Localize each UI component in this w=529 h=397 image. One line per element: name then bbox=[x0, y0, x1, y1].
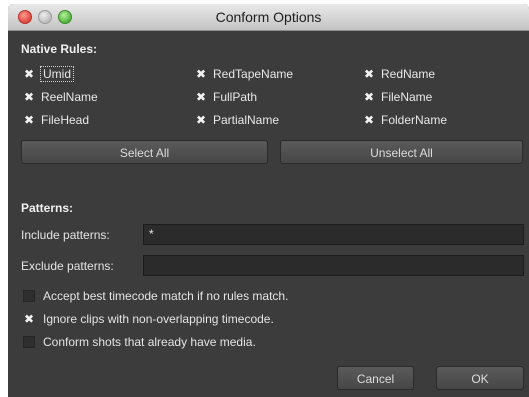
rule-filehead[interactable]: ✖ FileHead bbox=[23, 112, 89, 128]
ok-button[interactable]: OK bbox=[436, 366, 524, 390]
rule-label: FullPath bbox=[213, 90, 258, 104]
rule-fullpath[interactable]: ✖ FullPath bbox=[195, 89, 257, 105]
include-patterns-input[interactable]: * bbox=[143, 224, 524, 245]
rule-umid[interactable]: ✖ Umid bbox=[23, 66, 75, 82]
rule-filename[interactable]: ✖ FileName bbox=[363, 89, 432, 105]
checkbox-checked-icon[interactable]: ✖ bbox=[363, 90, 375, 104]
rule-reelname[interactable]: ✖ ReelName bbox=[23, 89, 98, 105]
exclude-patterns-label: Exclude patterns: bbox=[21, 259, 114, 273]
rule-redname[interactable]: ✖ RedName bbox=[363, 66, 435, 82]
option-label: Ignore clips with non-overlapping timeco… bbox=[43, 312, 274, 326]
rule-redtapename[interactable]: ✖ RedTapeName bbox=[195, 66, 293, 82]
checkbox-checked-icon[interactable]: ✖ bbox=[23, 67, 35, 81]
checkbox-unchecked[interactable] bbox=[23, 290, 35, 302]
checkbox-checked-icon[interactable]: ✖ bbox=[195, 113, 207, 127]
option-label: Accept best timecode match if no rules m… bbox=[43, 289, 289, 303]
rule-label: Umid bbox=[39, 66, 75, 82]
option-conform-shots-with-media[interactable]: Conform shots that already have media. bbox=[23, 334, 256, 350]
rule-foldername[interactable]: ✖ FolderName bbox=[363, 112, 447, 128]
unselect-all-button[interactable]: Unselect All bbox=[280, 140, 523, 164]
checkbox-checked-icon[interactable]: ✖ bbox=[363, 113, 375, 127]
cancel-button[interactable]: Cancel bbox=[337, 366, 414, 390]
rule-label: RedTapeName bbox=[213, 67, 294, 81]
rule-label: FileName bbox=[381, 90, 433, 104]
rule-label: RedName bbox=[381, 67, 436, 81]
rule-label: PartialName bbox=[213, 113, 280, 127]
checkbox-checked-icon[interactable]: ✖ bbox=[23, 90, 35, 104]
select-all-button[interactable]: Select All bbox=[21, 140, 268, 164]
native-rules-heading: Native Rules: bbox=[21, 42, 98, 56]
rule-label: ReelName bbox=[41, 90, 98, 104]
exclude-patterns-input[interactable] bbox=[143, 255, 524, 276]
patterns-heading: Patterns: bbox=[21, 201, 74, 215]
checkbox-checked-icon[interactable]: ✖ bbox=[195, 90, 207, 104]
checkbox-checked-icon[interactable]: ✖ bbox=[23, 312, 35, 326]
option-label: Conform shots that already have media. bbox=[43, 335, 256, 349]
checkbox-checked-icon[interactable]: ✖ bbox=[363, 67, 375, 81]
rule-partialname[interactable]: ✖ PartialName bbox=[195, 112, 279, 128]
include-patterns-label: Include patterns: bbox=[21, 228, 110, 242]
title-bar: Conform Options bbox=[8, 4, 529, 31]
conform-options-dialog: Conform Options Native Rules: ✖ Umid ✖ R… bbox=[8, 4, 529, 397]
rule-label: FolderName bbox=[381, 113, 448, 127]
option-ignore-non-overlapping[interactable]: ✖ Ignore clips with non-overlapping time… bbox=[23, 311, 274, 327]
checkbox-checked-icon[interactable]: ✖ bbox=[195, 67, 207, 81]
window-title: Conform Options bbox=[215, 9, 322, 25]
option-accept-best-timecode[interactable]: Accept best timecode match if no rules m… bbox=[23, 288, 288, 304]
checkbox-unchecked[interactable] bbox=[23, 336, 35, 348]
checkbox-checked-icon[interactable]: ✖ bbox=[23, 113, 35, 127]
rule-label: FileHead bbox=[41, 113, 90, 127]
